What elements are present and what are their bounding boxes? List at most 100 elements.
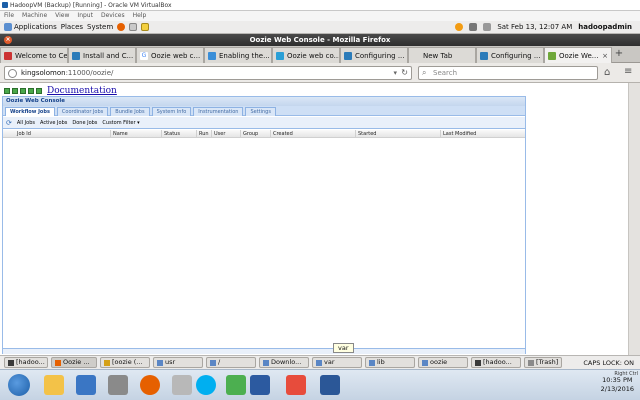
menu-input[interactable]: Input: [77, 11, 93, 21]
browser-tab[interactable]: Configuring ...: [476, 47, 544, 63]
column-created[interactable]: Created: [270, 130, 355, 138]
browser-tab[interactable]: New Tab: [408, 47, 476, 63]
console-tab-strip: Workflow Jobs Coordinator Jobs Bundle Jo…: [3, 106, 525, 116]
system-label: System: [87, 23, 114, 31]
menu-devices[interactable]: Devices: [101, 11, 125, 21]
browser-tab[interactable]: Oozie web co...: [272, 47, 340, 63]
taskbar-window-label: [Trash]: [536, 358, 559, 366]
skype-icon[interactable]: [196, 375, 216, 395]
taskbar-window-button[interactable]: usr: [153, 357, 203, 368]
window-icon: [8, 359, 14, 366]
system-menu[interactable]: System: [87, 23, 113, 31]
tab-system-info[interactable]: System Info: [151, 107, 192, 116]
volume-icon[interactable]: [483, 23, 492, 31]
search-box[interactable]: ⌕ Search: [418, 66, 598, 80]
taskbar-window-label: [hadoo...: [16, 358, 45, 366]
url-dropdown-icon[interactable]: ▾: [393, 67, 397, 79]
tab-favicon-icon: [208, 51, 216, 60]
globe-icon: [8, 69, 17, 78]
ie-icon[interactable]: [76, 375, 96, 395]
browser-tab[interactable]: Enabling the...: [204, 47, 272, 63]
taskbar-window-label: Oozie ...: [63, 358, 90, 366]
all-jobs-button[interactable]: All Jobs: [17, 120, 35, 126]
taskbar-window-button[interactable]: /: [206, 357, 256, 368]
column-name[interactable]: Name: [110, 130, 161, 138]
tab-favicon-icon: [72, 51, 80, 60]
column-status[interactable]: Status: [161, 130, 196, 138]
tab-favicon-icon: [548, 51, 556, 60]
browser-tab[interactable]: G Oozie web c...: [136, 47, 204, 63]
taskbar-window-button[interactable]: oozie: [418, 357, 468, 368]
app-icon[interactable]: [172, 375, 192, 395]
refresh-icon[interactable]: ⟳: [6, 119, 12, 127]
menu-machine[interactable]: Machine: [22, 11, 47, 21]
browser-tab[interactable]: Welcome to Ce...: [0, 47, 68, 63]
network-icon[interactable]: [469, 23, 478, 31]
column-last-modified[interactable]: Last Modified: [440, 130, 525, 138]
new-tab-icon[interactable]: +: [612, 46, 626, 62]
app-icon[interactable]: [108, 375, 128, 395]
done-jobs-button[interactable]: Done Jobs: [72, 120, 97, 126]
taskbar-window-button[interactable]: [hadoo...: [471, 357, 521, 368]
firefox-launcher[interactable]: [117, 23, 126, 31]
column-started[interactable]: Started: [355, 130, 440, 138]
tab-favicon-icon: [276, 51, 284, 60]
tab-workflow-jobs[interactable]: Workflow Jobs: [5, 107, 55, 116]
column-user[interactable]: User: [211, 130, 240, 138]
app-icon[interactable]: [226, 375, 246, 395]
notes-launcher[interactable]: [141, 23, 150, 31]
taskbar-window-button[interactable]: [oozie (...: [100, 357, 150, 368]
tab-settings[interactable]: Settings: [245, 107, 276, 116]
browser-tab[interactable]: Oozie We... ×: [544, 47, 612, 63]
update-icon[interactable]: [455, 23, 464, 31]
tab-instrumentation[interactable]: Instrumentation: [193, 107, 244, 116]
gnome-bottom-panel: [hadoo... Oozie ... [oozie (... usr / Downlo.…: [0, 355, 640, 369]
windows-start-icon[interactable]: [8, 374, 30, 396]
menu-file[interactable]: File: [4, 11, 14, 21]
menu-view[interactable]: View: [55, 11, 69, 21]
panel-user[interactable]: hadoopadmin: [578, 23, 632, 31]
documentation-link-row[interactable]: Documentation: [4, 86, 117, 96]
close-icon[interactable]: ×: [4, 36, 12, 44]
custom-filter-button[interactable]: Custom Filter ▾: [102, 120, 139, 126]
oozie-console-panel: Oozie Web Console Workflow Jobs Coordina…: [2, 96, 526, 354]
browser-tab-label: Oozie web co...: [287, 51, 340, 60]
column-run[interactable]: Run: [196, 130, 211, 138]
browser-tab-label: Oozie We...: [559, 51, 599, 60]
column-job-id[interactable]: Job Id: [3, 130, 110, 138]
virtualbox-icon[interactable]: [250, 375, 270, 395]
url-bar[interactable]: kingsolomon:11000/oozie/ ▾ ↻: [4, 66, 412, 80]
windows-clock[interactable]: 10:35 PM 2/13/2016: [601, 376, 634, 394]
close-tab-icon[interactable]: ×: [602, 52, 608, 60]
taskbar-window-label: Downlo...: [271, 358, 302, 366]
column-group[interactable]: Group: [240, 130, 270, 138]
tab-bundle-jobs[interactable]: Bundle Jobs: [110, 107, 150, 116]
home-icon[interactable]: ⌂: [604, 67, 610, 78]
tab-coordinator-jobs[interactable]: Coordinator Jobs: [56, 107, 109, 116]
taskbar-window-button[interactable]: [hadoo...: [4, 357, 48, 368]
menu-help[interactable]: Help: [133, 11, 147, 21]
applications-menu[interactable]: Applications: [4, 23, 57, 31]
documentation-link[interactable]: Documentation: [47, 86, 117, 96]
file-explorer-icon[interactable]: [44, 375, 64, 395]
mail-launcher[interactable]: [129, 23, 138, 31]
word-icon[interactable]: [320, 375, 340, 395]
browser-tab[interactable]: Install and C...: [68, 47, 136, 63]
taskbar-window-button[interactable]: var: [312, 357, 362, 368]
taskbar-window-button[interactable]: Downlo...: [259, 357, 309, 368]
taskbar-window-button[interactable]: lib: [365, 357, 415, 368]
taskbar-window-label: oozie: [430, 358, 448, 366]
taskbar-window-button[interactable]: Oozie ...: [51, 357, 97, 368]
taskbar-window-button[interactable]: [Trash]: [524, 357, 562, 368]
app-icon[interactable]: [286, 375, 306, 395]
places-menu[interactable]: Places: [61, 23, 83, 31]
notes-icon: [141, 23, 150, 31]
window-icon: [422, 359, 428, 366]
panel-clock[interactable]: Sat Feb 13, 12:07 AM: [497, 23, 572, 31]
hamburger-menu-icon[interactable]: ≡: [624, 66, 632, 77]
active-jobs-button[interactable]: Active Jobs: [40, 120, 67, 126]
page-scrollbar[interactable]: [628, 83, 640, 355]
reload-icon[interactable]: ↻: [401, 67, 408, 79]
firefox-icon[interactable]: [140, 375, 160, 395]
browser-tab[interactable]: Configuring ...: [340, 47, 408, 63]
